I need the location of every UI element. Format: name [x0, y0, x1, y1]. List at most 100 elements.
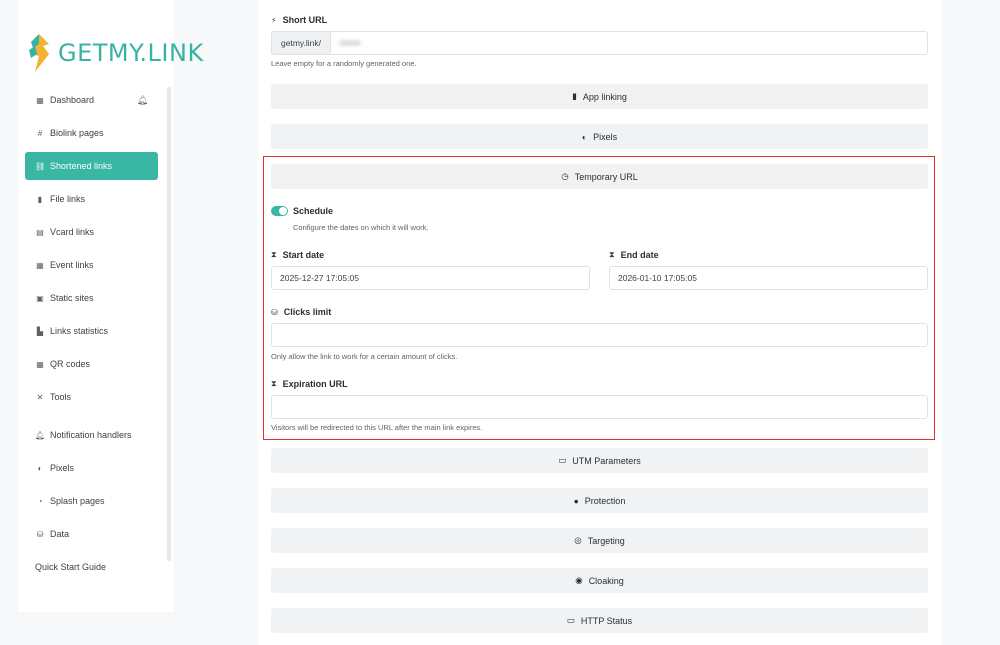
- logo[interactable]: GETMY.LINK: [25, 30, 204, 76]
- utm-parameters-label: UTM Parameters: [572, 455, 641, 466]
- clock-icon: ◷: [561, 171, 569, 181]
- link-icon: ⛓: [35, 161, 46, 171]
- keyboard-icon: ▭: [558, 455, 567, 465]
- temporary-url-label: Temporary URL: [574, 171, 638, 182]
- short-url-label-text: Short URL: [282, 15, 328, 25]
- pixels-label: Pixels: [593, 131, 618, 142]
- targeting-section-button[interactable]: ◎ Targeting: [271, 528, 928, 553]
- sidebar-item-shortened-links[interactable]: ⛓ Shortened links: [25, 152, 158, 180]
- schedule-toggle[interactable]: [271, 206, 288, 216]
- short-url-prefix: getmy.link/: [271, 31, 331, 55]
- clicks-limit-input[interactable]: [271, 323, 928, 347]
- sidebar-item-label: File links: [50, 194, 86, 204]
- cloaking-label: Cloaking: [588, 575, 624, 586]
- clicks-limit-label-text: Clicks limit: [283, 307, 332, 317]
- schedule-help: Configure the dates on which it will wor…: [293, 223, 429, 232]
- http-status-section-button[interactable]: ▭ HTTP Status: [271, 608, 928, 633]
- adjust-icon: ◐: [581, 131, 588, 142]
- static-site-icon: ▣: [36, 293, 44, 303]
- hourglass-icon: ⧗: [271, 379, 277, 388]
- hash-icon: #: [37, 128, 43, 138]
- calendar-icon: ▦: [36, 260, 44, 270]
- short-url-input[interactable]: [330, 31, 928, 55]
- start-date-input[interactable]: 2025-12-27 17:05:05: [271, 266, 590, 290]
- splash-icon: ◔: [37, 496, 43, 506]
- target-icon: ◎: [574, 535, 582, 545]
- logo-text: GETMY.LINK: [58, 39, 204, 67]
- sidebar-item-label: Shortened links: [50, 161, 113, 171]
- vcard-icon: ▤: [36, 227, 44, 237]
- cloaking-section-button[interactable]: ◉ Cloaking: [271, 568, 928, 593]
- start-date-label: ⧗ Start date: [271, 250, 324, 260]
- sidebar-item-links-statistics[interactable]: ▙ Links statistics: [25, 317, 158, 345]
- expiration-url-input[interactable]: [271, 395, 928, 419]
- dashboard-icon: ▦: [36, 95, 44, 105]
- expiration-url-label: ⧗ Expiration URL: [271, 379, 348, 389]
- clicks-limit-label: ⛁ Clicks limit: [271, 307, 331, 317]
- protection-label: Protection: [584, 495, 626, 506]
- short-url-label: ⚡︎ Short URL: [271, 15, 327, 25]
- main-content: ⚡︎ Short URL getmy.link/ Leave empty for…: [258, 0, 942, 645]
- start-date-label-text: Start date: [282, 250, 325, 260]
- schedule-label: Schedule: [293, 206, 334, 216]
- hourglass-icon: ⧗: [271, 250, 277, 259]
- app-linking-label: App linking: [582, 91, 627, 102]
- end-date-label: ⧗ End date: [609, 250, 659, 260]
- mobile-icon: ▮: [572, 91, 577, 101]
- sidebar-item-splash-pages[interactable]: ◔ Splash pages: [25, 487, 158, 515]
- sidebar-item-static-sites[interactable]: ▣ Static sites: [25, 284, 158, 312]
- sidebar-item-label: Data: [50, 529, 70, 539]
- expiration-url-label-text: Expiration URL: [282, 379, 348, 389]
- sidebar-item-vcard-links[interactable]: ▤ Vcard links: [25, 218, 158, 246]
- protection-section-button[interactable]: ● Protection: [271, 488, 928, 513]
- sidebar-item-data[interactable]: ⛁ Data: [25, 520, 158, 548]
- app-linking-section-button[interactable]: ▮ App linking: [271, 84, 928, 109]
- database-icon: ⛁: [36, 529, 44, 539]
- sidebar-item-label: Pixels: [50, 463, 75, 473]
- sidebar-item-pixels[interactable]: ◐ Pixels: [25, 454, 158, 482]
- sidebar-item-qr-codes[interactable]: ▦ QR codes: [25, 350, 158, 378]
- sidebar-item-dashboard[interactable]: ▦ Dashboard 🔔︎: [25, 86, 158, 114]
- sidebar-item-label: Splash pages: [50, 496, 105, 506]
- file-icon: ▮: [37, 194, 43, 204]
- sidebar-item-tools[interactable]: ✕ Tools: [25, 383, 158, 411]
- sidebar-item-label: QR codes: [50, 359, 91, 369]
- sidebar-item-file-links[interactable]: ▮ File links: [25, 185, 158, 213]
- sidebar-scrollbar[interactable]: [167, 87, 171, 561]
- sidebar-item-label: Static sites: [50, 293, 94, 303]
- database-icon: ⛁: [271, 307, 278, 317]
- qr-icon: ▦: [36, 359, 44, 369]
- pixels-section-button[interactable]: ◐ Pixels: [271, 124, 928, 149]
- server-icon: ▭: [566, 615, 575, 625]
- sidebar-item-event-links[interactable]: ▦ Event links: [25, 251, 158, 279]
- sidebar-item-quick-start-guide[interactable]: Quick Start Guide: [25, 553, 158, 581]
- utm-parameters-section-button[interactable]: ▭ UTM Parameters: [271, 448, 928, 473]
- targeting-label: Targeting: [587, 535, 625, 546]
- sidebar-item-label: Links statistics: [50, 326, 109, 336]
- temporary-url-section-button[interactable]: ◷ Temporary URL: [271, 164, 928, 189]
- sidebar-item-label: Notification handlers: [50, 430, 132, 440]
- short-url-help: Leave empty for a randomly generated one…: [271, 59, 417, 68]
- clicks-limit-help: Only allow the link to work for a certai…: [271, 352, 458, 361]
- tools-icon: ✕: [36, 392, 44, 402]
- end-date-label-text: End date: [620, 250, 659, 260]
- end-date-input[interactable]: 2026-01-10 17:05:05: [609, 266, 928, 290]
- short-url-value-blurred: [339, 40, 361, 46]
- user-lock-icon: ●: [573, 495, 579, 506]
- sidebar-item-label: Biolink pages: [50, 128, 104, 138]
- sidebar-item-label: Vcard links: [50, 227, 95, 237]
- sidebar-item-label: Event links: [50, 260, 94, 270]
- bell-icon[interactable]: 🔔︎: [137, 95, 148, 106]
- bolt-icon: ⚡︎: [271, 15, 277, 25]
- sidebar-item-label: Dashboard: [50, 95, 95, 105]
- sidebar-item-label: Tools: [50, 392, 72, 402]
- http-status-label: HTTP Status: [580, 615, 633, 626]
- sidebar-item-biolink-pages[interactable]: # Biolink pages: [25, 119, 158, 147]
- hourglass-icon: ⧗: [609, 250, 615, 259]
- expiration-url-help: Visitors will be redirected to this URL …: [271, 423, 483, 432]
- sidebar: GETMY.LINK ▦ Dashboard 🔔︎ # Biolink page…: [18, 0, 203, 612]
- chart-icon: ▙: [36, 326, 44, 336]
- sidebar-item-notification-handlers[interactable]: 🔔︎ Notification handlers: [25, 421, 158, 449]
- adjust-icon: ◐: [37, 463, 43, 473]
- bell-icon: 🔔︎: [35, 430, 46, 440]
